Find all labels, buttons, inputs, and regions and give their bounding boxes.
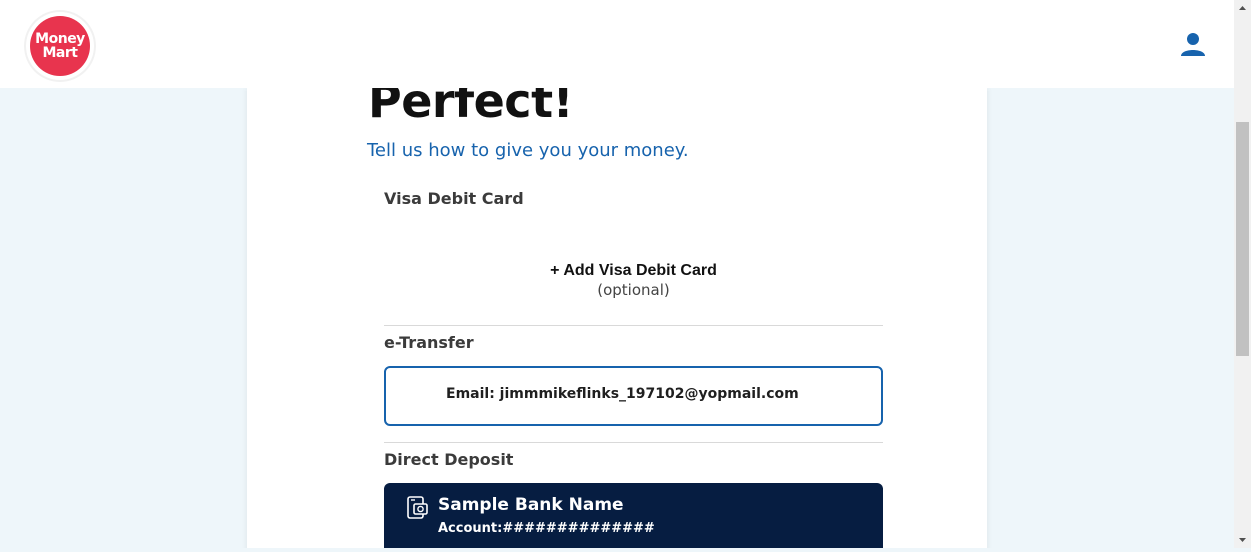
add-visa-debit-card-button[interactable]: + Add Visa Debit Card (optional) <box>384 262 883 299</box>
divider <box>384 442 883 443</box>
logo-text-line1: Money <box>35 31 85 47</box>
vertical-scrollbar[interactable] <box>1234 0 1251 548</box>
etransfer-option[interactable]: Email: jimmmikeflinks_197102@yopmail.com <box>384 366 883 426</box>
visa-section-label: Visa Debit Card <box>384 189 524 208</box>
etransfer-email: Email: jimmmikeflinks_197102@yopmail.com <box>446 386 799 402</box>
money-mart-logo[interactable]: Money Mart <box>26 12 94 80</box>
etransfer-section-label: e-Transfer <box>384 333 474 352</box>
site-header: Money Mart <box>0 0 1234 88</box>
logo-badge: Money Mart <box>30 16 90 76</box>
bank-account-number: Account:############## <box>438 521 655 536</box>
bank-name: Sample Bank Name <box>438 495 624 515</box>
divider <box>384 325 883 326</box>
page-viewport: Money Mart Perfect! Tell us how to give … <box>0 0 1234 548</box>
scrollbar-thumb[interactable] <box>1236 122 1249 356</box>
add-visa-label: + Add Visa Debit Card <box>550 262 717 279</box>
scroll-up-arrow-icon[interactable] <box>1234 0 1251 17</box>
scroll-down-arrow-icon[interactable] <box>1234 531 1251 548</box>
user-icon <box>1181 33 1205 56</box>
logo-text-line2: Mart <box>42 45 78 61</box>
bank-cheque-icon <box>407 496 428 519</box>
user-account-button[interactable] <box>1178 30 1208 60</box>
payout-card: Perfect! Tell us how to give you your mo… <box>247 74 987 548</box>
direct-deposit-section-label: Direct Deposit <box>384 450 514 469</box>
direct-deposit-option[interactable]: Sample Bank Name Account:############## <box>384 483 883 548</box>
add-visa-optional: (optional) <box>597 281 670 299</box>
page-subtitle: Tell us how to give you your money. <box>367 140 689 161</box>
